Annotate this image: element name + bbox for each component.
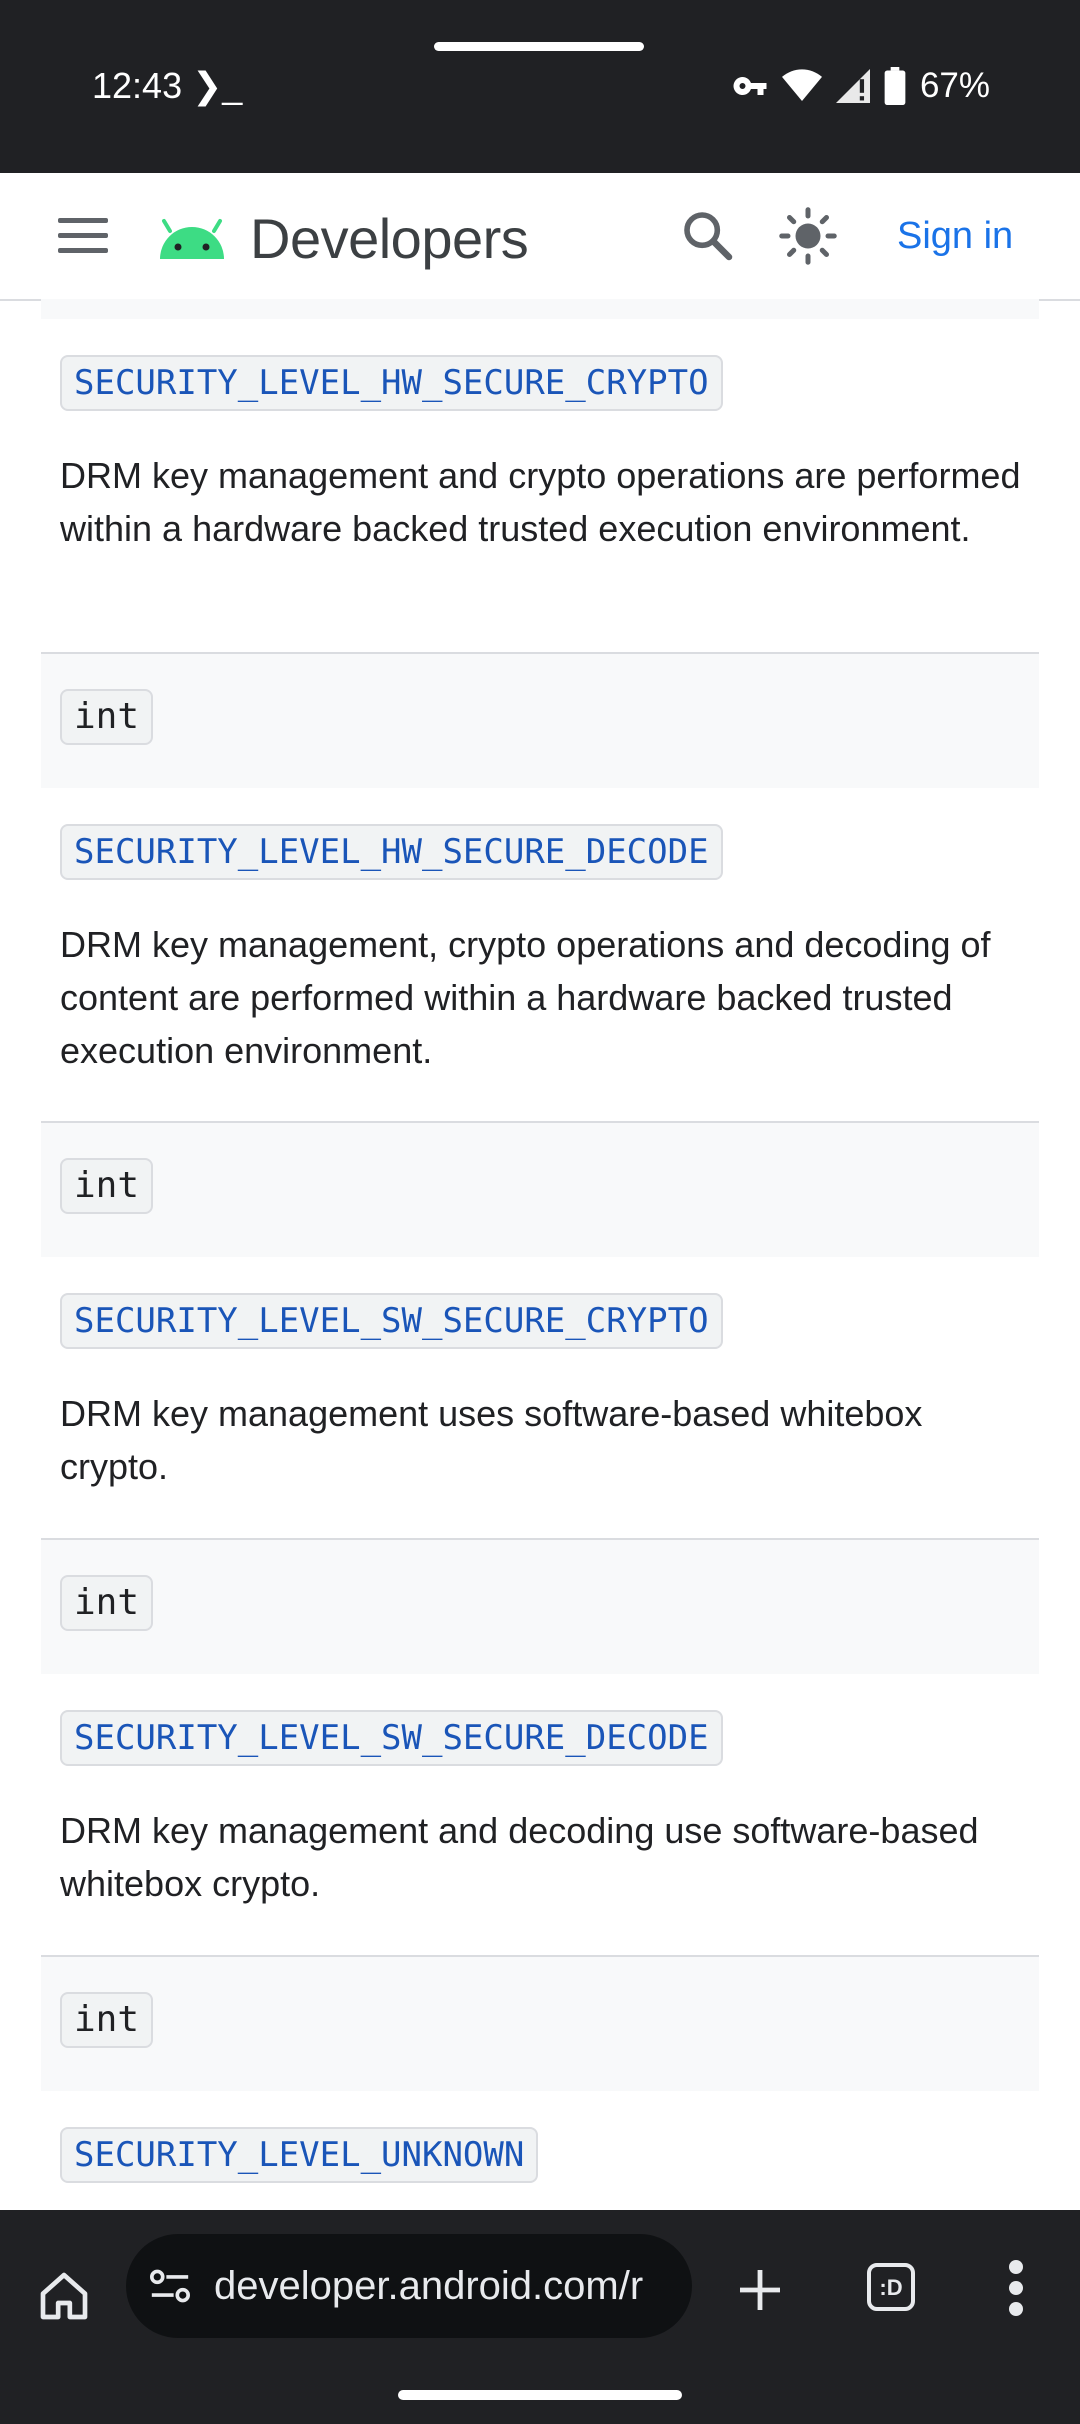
status-icons: 67% (732, 62, 990, 110)
constant-name[interactable]: SECURITY_LEVEL_SW_SECURE_DECODE (60, 1710, 723, 1766)
battery-percent: 67% (919, 66, 990, 105)
status-time-group: 12:43 ❯_ (92, 64, 242, 108)
type-label: int (60, 1575, 154, 1631)
type-label: int (60, 1158, 154, 1214)
browser-toolbar: developer.android.com/r :D (0, 2210, 1080, 2424)
tabs-label: :D (879, 2275, 902, 2300)
constant-name[interactable]: SECURITY_LEVEL_SW_SECURE_CRYPTO (60, 1293, 723, 1349)
brand-name: Developers (250, 206, 529, 270)
signal-icon (835, 69, 870, 103)
constant-name[interactable]: SECURITY_LEVEL_HW_SECURE_CRYPTO (60, 355, 723, 411)
more-vert-icon[interactable] (1004, 2260, 1028, 2316)
wifi-icon (781, 69, 822, 101)
clock: 12:43 (92, 65, 183, 106)
vpn-key-icon (733, 77, 767, 95)
plus-icon[interactable] (736, 2266, 784, 2314)
row-type-cell (41, 1957, 1039, 2091)
constant-name[interactable]: SECURITY_LEVEL_UNKNOWN (60, 2127, 539, 2183)
url-text: developer.android.com/r (214, 2263, 644, 2308)
row-type-cell (41, 299, 1039, 319)
home-icon[interactable] (36, 2268, 92, 2324)
tab-switcher-icon[interactable]: :D (866, 2262, 916, 2312)
status-pill (434, 42, 644, 51)
constant-name[interactable]: SECURITY_LEVEL_HW_SECURE_DECODE (60, 824, 723, 880)
constant-description: DRM key management and decoding use soft… (60, 1810, 979, 1904)
tune-icon[interactable] (148, 2266, 192, 2306)
constant-description: DRM key management uses software-based w… (60, 1393, 923, 1487)
row-type-cell (41, 1540, 1039, 1674)
constant-description: DRM key management, crypto operations an… (60, 924, 991, 1071)
tab-switcher-frame: :D (867, 2263, 915, 2311)
battery-icon (884, 67, 906, 105)
constants-table: SECURITY_LEVEL_HW_SECURE_CRYPTO DRM key … (0, 299, 1080, 2210)
type-label: int (60, 689, 154, 745)
sign-in-link[interactable]: Sign in (897, 213, 1013, 259)
terminal-icon: ❯_ (192, 65, 243, 106)
search-icon[interactable] (680, 208, 736, 264)
type-label: int (60, 1992, 154, 2048)
row-type-cell (41, 1123, 1039, 1257)
site-header: Developers Sign in (0, 173, 1080, 301)
hamburger-icon[interactable] (58, 218, 108, 254)
row-type-cell (41, 654, 1039, 788)
status-bar: 12:43 ❯_ 67% (0, 0, 1080, 173)
constant-description: DRM key management and crypto operations… (60, 455, 1021, 549)
developers-logo[interactable]: Developers (156, 203, 529, 273)
address-bar[interactable]: developer.android.com/r (126, 2234, 692, 2338)
android-head-icon (160, 219, 224, 259)
brightness-icon[interactable] (778, 206, 838, 266)
gesture-bar (398, 2390, 682, 2400)
